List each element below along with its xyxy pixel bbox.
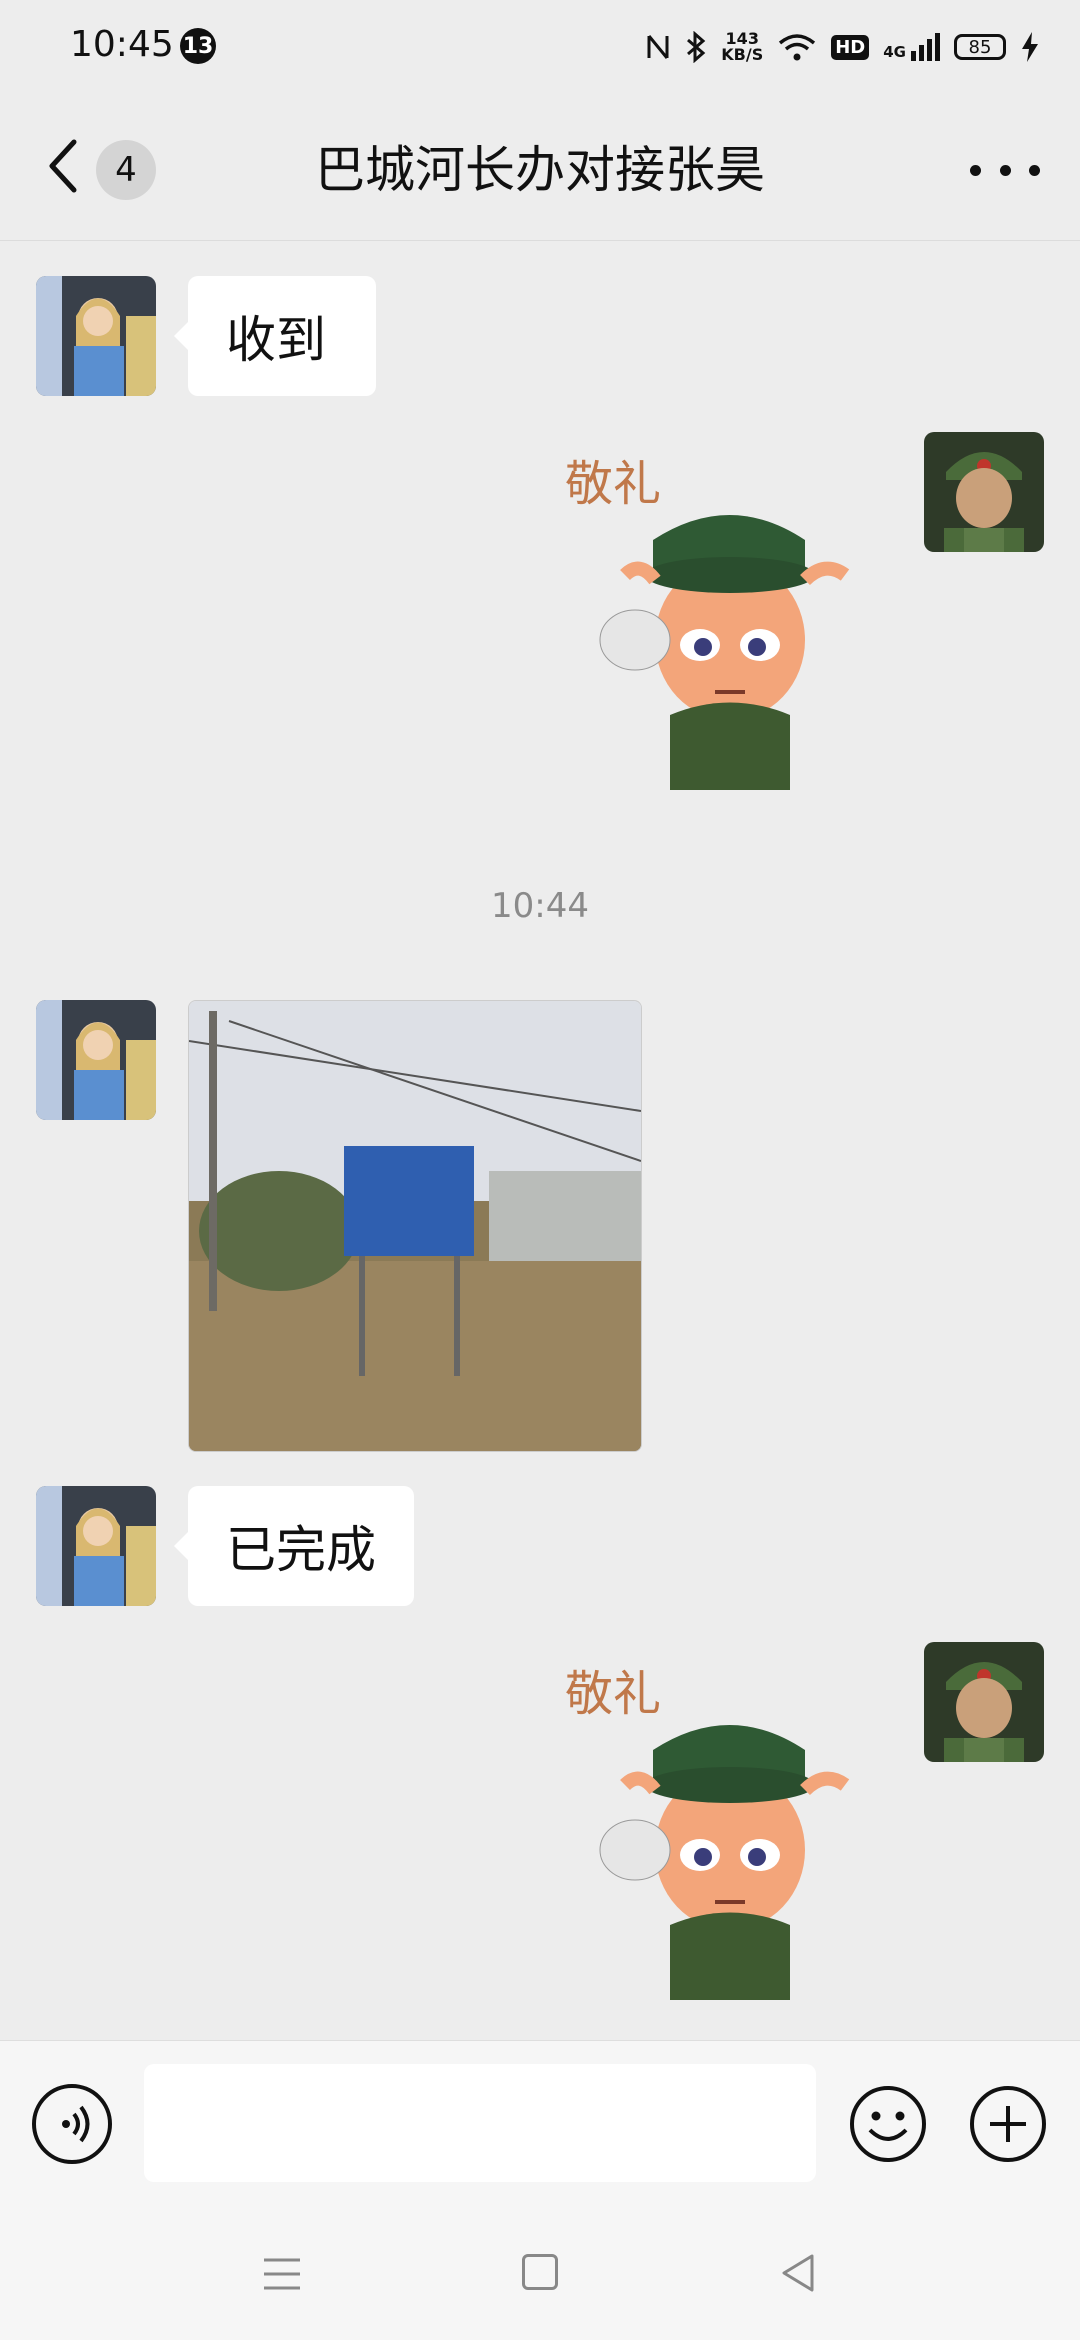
hd-badge: HD bbox=[831, 34, 870, 60]
bluetooth-icon bbox=[687, 31, 706, 63]
battery-indicator: 85 bbox=[954, 34, 1006, 60]
nfc-icon bbox=[647, 35, 669, 59]
voice-input-button[interactable] bbox=[32, 2084, 112, 2164]
home-icon[interactable] bbox=[522, 2254, 558, 2290]
notification-count-badge: 13 bbox=[180, 28, 216, 64]
system-back-icon[interactable] bbox=[778, 2252, 818, 2294]
wifi-icon bbox=[779, 34, 816, 61]
message-input[interactable] bbox=[144, 2064, 816, 2182]
sender-avatar[interactable] bbox=[36, 1000, 156, 1120]
status-bar: 10:45 13 143 KB/S HD 4G 85 bbox=[0, 0, 1080, 95]
status-icons: 143 KB/S HD 4G 85 bbox=[645, 22, 1040, 72]
salute-sticker[interactable]: 敬礼 bbox=[555, 1640, 855, 2000]
header-divider bbox=[0, 240, 1080, 241]
status-time: 10:45 bbox=[70, 24, 174, 65]
voice-icon bbox=[62, 2105, 90, 2143]
sticker-caption: 敬礼 bbox=[565, 456, 661, 512]
more-options-icon[interactable] bbox=[970, 150, 1040, 190]
message-timestamp: 10:44 bbox=[491, 886, 589, 926]
sender-avatar[interactable] bbox=[36, 1486, 156, 1606]
recent-apps-icon[interactable] bbox=[262, 2255, 302, 2293]
cell-signal: 4G bbox=[883, 33, 940, 61]
salute-sticker[interactable]: 敬礼 bbox=[555, 430, 855, 790]
self-avatar[interactable] bbox=[924, 1642, 1044, 1762]
network-speed: 143 KB/S bbox=[721, 29, 764, 64]
message-bubble[interactable]: 收到 bbox=[174, 276, 376, 396]
sender-avatar[interactable] bbox=[36, 276, 156, 396]
add-attachment-icon[interactable] bbox=[968, 2084, 1048, 2164]
chat-title: 巴城河长办对接张昊 bbox=[315, 141, 765, 199]
emoji-icon[interactable] bbox=[848, 2084, 928, 2164]
sticker-caption: 敬礼 bbox=[565, 1666, 661, 1722]
message-bubble[interactable]: 已完成 bbox=[174, 1486, 414, 1606]
photo-message[interactable] bbox=[188, 1000, 642, 1452]
charging-icon bbox=[1022, 32, 1038, 62]
self-avatar[interactable] bbox=[924, 432, 1044, 552]
